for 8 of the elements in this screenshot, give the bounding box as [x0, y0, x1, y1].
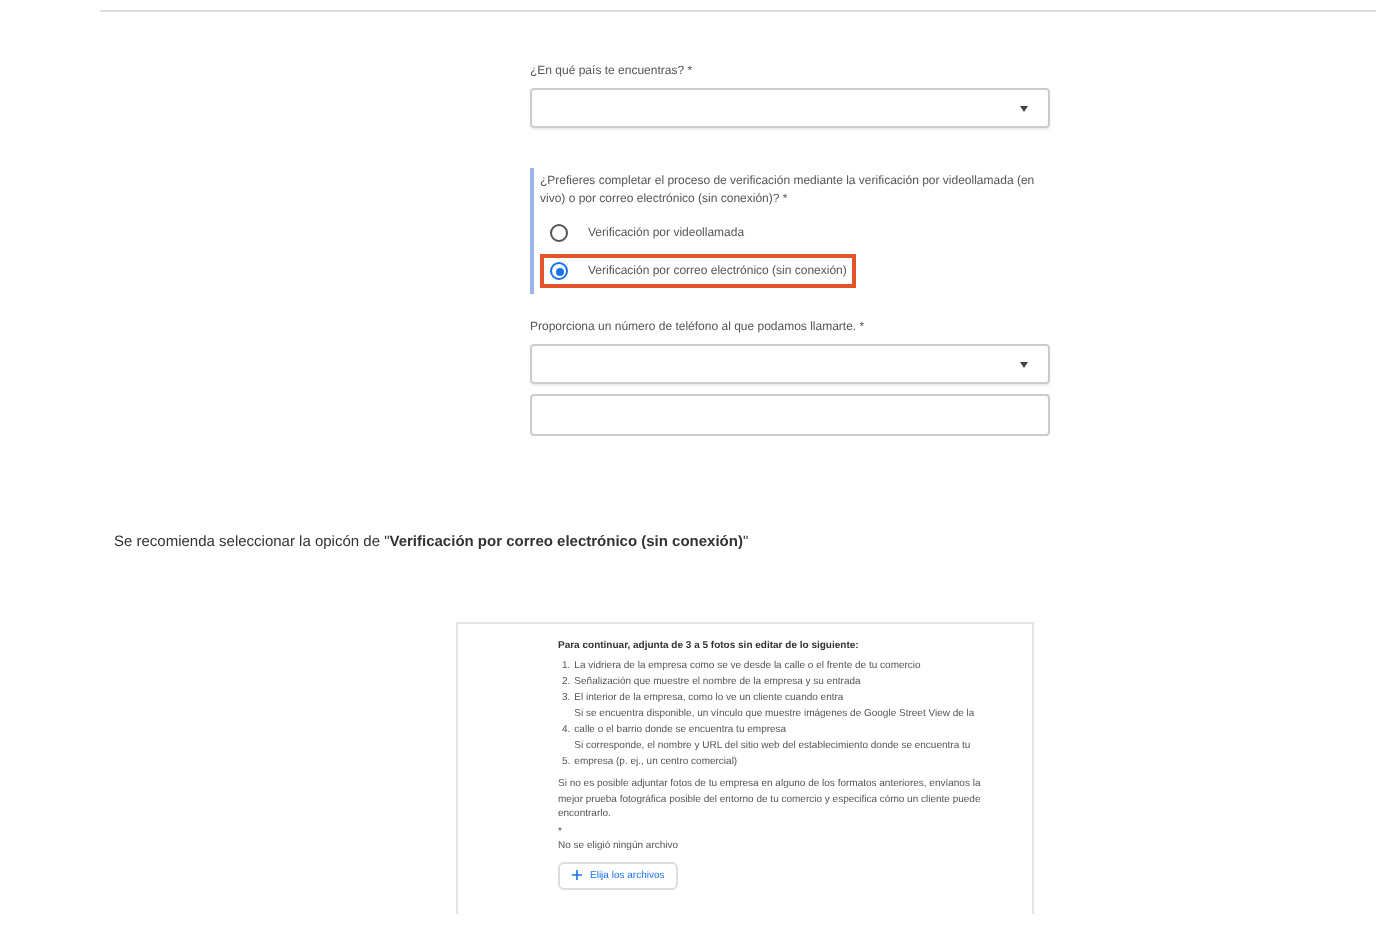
caret-icon — [1020, 105, 1028, 111]
caret-icon — [1020, 361, 1028, 367]
country-dropdown[interactable] — [530, 88, 1050, 128]
radio-button[interactable] — [550, 224, 568, 242]
country-code-dropdown[interactable] — [530, 344, 1050, 384]
radio-button[interactable] — [550, 262, 568, 280]
plus-icon — [572, 870, 582, 880]
phone-input-field[interactable] — [530, 394, 1050, 436]
